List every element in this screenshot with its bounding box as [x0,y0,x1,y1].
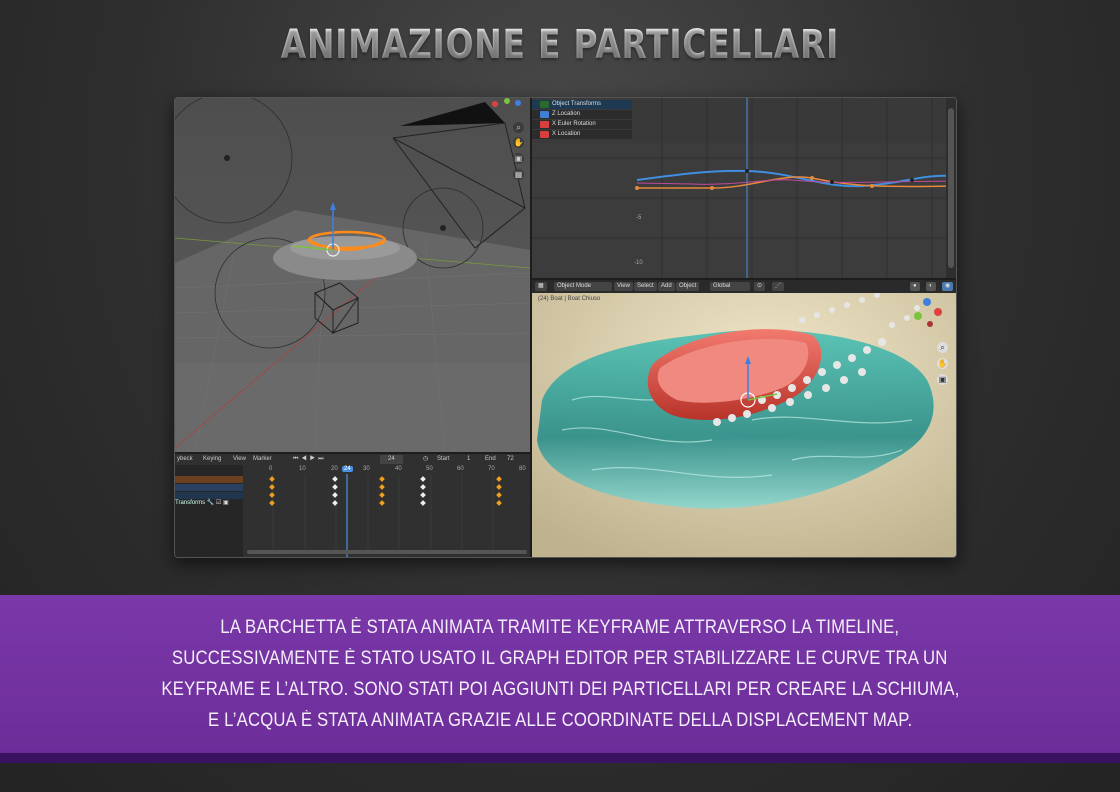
menu-playback[interactable]: ybeck [177,455,193,464]
camera-view-icon[interactable]: ▣ [513,153,524,164]
channel-row[interactable]: Object Transforms [532,100,632,109]
camera-view-icon[interactable]: ▣ [937,374,948,385]
timeline-header: ybeck Keying View Marker ⏮◀▶⏭ 24 ◷ Start… [175,454,530,465]
current-frame-field[interactable]: 24 [380,455,403,464]
track-icons: 🔧 ☑ ▣ [206,500,229,506]
end-field[interactable]: 72 [507,455,514,464]
menu-select[interactable]: Select [634,282,657,291]
viewport-overlay-text: (24) Boat | Boat Chiuso [538,296,601,302]
blender-screenshot: ⌕ ✋ ▣ ▦ Object Transforms Z Location X E… [174,97,957,558]
frame-tick: 60 [457,466,464,472]
editor-type-button[interactable]: ▦ [535,282,547,291]
render-viewport[interactable]: ▦ Object Mode View Select Add Object Glo… [532,280,956,557]
menu-object[interactable]: Object [676,282,700,291]
proportional-icon[interactable]: ⋰ [772,282,784,291]
orientation-select[interactable]: Global [710,282,750,291]
frame-tick: 30 [363,466,370,472]
grid-view-icon[interactable]: ▦ [513,169,524,180]
pan-hand-icon[interactable]: ✋ [937,358,948,369]
channel-color-swatch [540,131,549,138]
caption-line: KEYFRAME E L’ALTRO. SONO STATI POI AGGIU… [160,679,960,700]
channel-row[interactable]: X Euler Rotation [532,120,632,129]
shading-solid-icon[interactable]: ● [910,282,920,291]
render-viewport-header: ▦ Object Mode View Select Add Object Glo… [532,280,956,293]
shading-rendered-icon[interactable]: ◉ [942,282,954,291]
caption-line: E L’ACQUA È STATA ANIMATA GRAZIE ALLE CO… [207,710,913,731]
mode-select[interactable]: Object Mode [554,282,612,291]
end-label: End [485,456,496,462]
menu-add[interactable]: Add [658,282,675,291]
playback-controls[interactable]: ⏮◀▶⏭ [293,455,327,464]
playhead-frame[interactable]: 24 [342,466,353,472]
caption-band-shadow [0,753,1120,763]
channel-row[interactable]: Z Location [532,110,632,119]
track-label[interactable] [175,492,243,499]
caption-band: LA BARCHETTA È STATA ANIMATA TRAMITE KEY… [0,595,1120,753]
snap-icon[interactable]: ⊙ [754,282,766,291]
channel-color-swatch [540,121,549,128]
track-bar [175,476,243,483]
frame-tick: 80 [519,466,526,472]
menu-view[interactable]: View [614,282,633,291]
frame-tick: 20 [331,466,338,472]
caption-line: SUCCESSIVAMENTE È STATO USATO IL GRAPH E… [172,648,948,669]
channel-color-swatch [540,111,549,118]
render-scene [532,280,956,557]
dopesheet-area[interactable] [243,465,530,557]
graph-editor[interactable]: Object Transforms Z Location X Euler Rot… [532,98,956,278]
page-title: ANIMAZIONE E PARTICELLARI [101,22,1019,68]
3d-viewport[interactable]: ⌕ ✋ ▣ ▦ [175,98,530,452]
frame-tick: 40 [395,466,402,472]
start-field[interactable]: 1 [467,455,470,464]
viewport-scene [175,98,530,452]
timeline[interactable]: ybeck Keying View Marker ⏮◀▶⏭ 24 ◷ Start… [175,454,530,557]
menu-marker[interactable]: Marker [253,455,272,464]
graph-axis-label: -5 [636,215,642,221]
menu-keying[interactable]: Keying [203,455,221,464]
channel-row[interactable]: X Location [532,130,632,139]
graph-scrollbar [948,108,954,268]
caption-line: LA BARCHETTA È STATA ANIMATA TRAMITE KEY… [220,617,900,638]
track-bar [175,484,243,491]
frame-tick: 50 [426,466,433,472]
pan-hand-icon[interactable]: ✋ [513,137,524,148]
caption-text: LA BARCHETTA È STATA ANIMATA TRAMITE KEY… [0,595,1120,753]
clock-icon: ◷ [423,456,429,462]
start-label: Start [437,456,450,462]
shading-material-icon[interactable]: ◐ [926,282,936,291]
zoom-icon[interactable]: ⌕ [513,122,524,133]
frame-tick: 10 [299,466,306,472]
frame-tick: 0 [269,466,273,472]
channel-color-swatch [540,101,549,108]
menu-view[interactable]: View [233,455,246,464]
frame-tick: 70 [488,466,495,472]
graph-axis-label: -10 [634,260,643,266]
zoom-icon[interactable]: ⌕ [937,342,948,353]
track-label[interactable]: Transforms 🔧 ☑ ▣ [175,500,243,507]
